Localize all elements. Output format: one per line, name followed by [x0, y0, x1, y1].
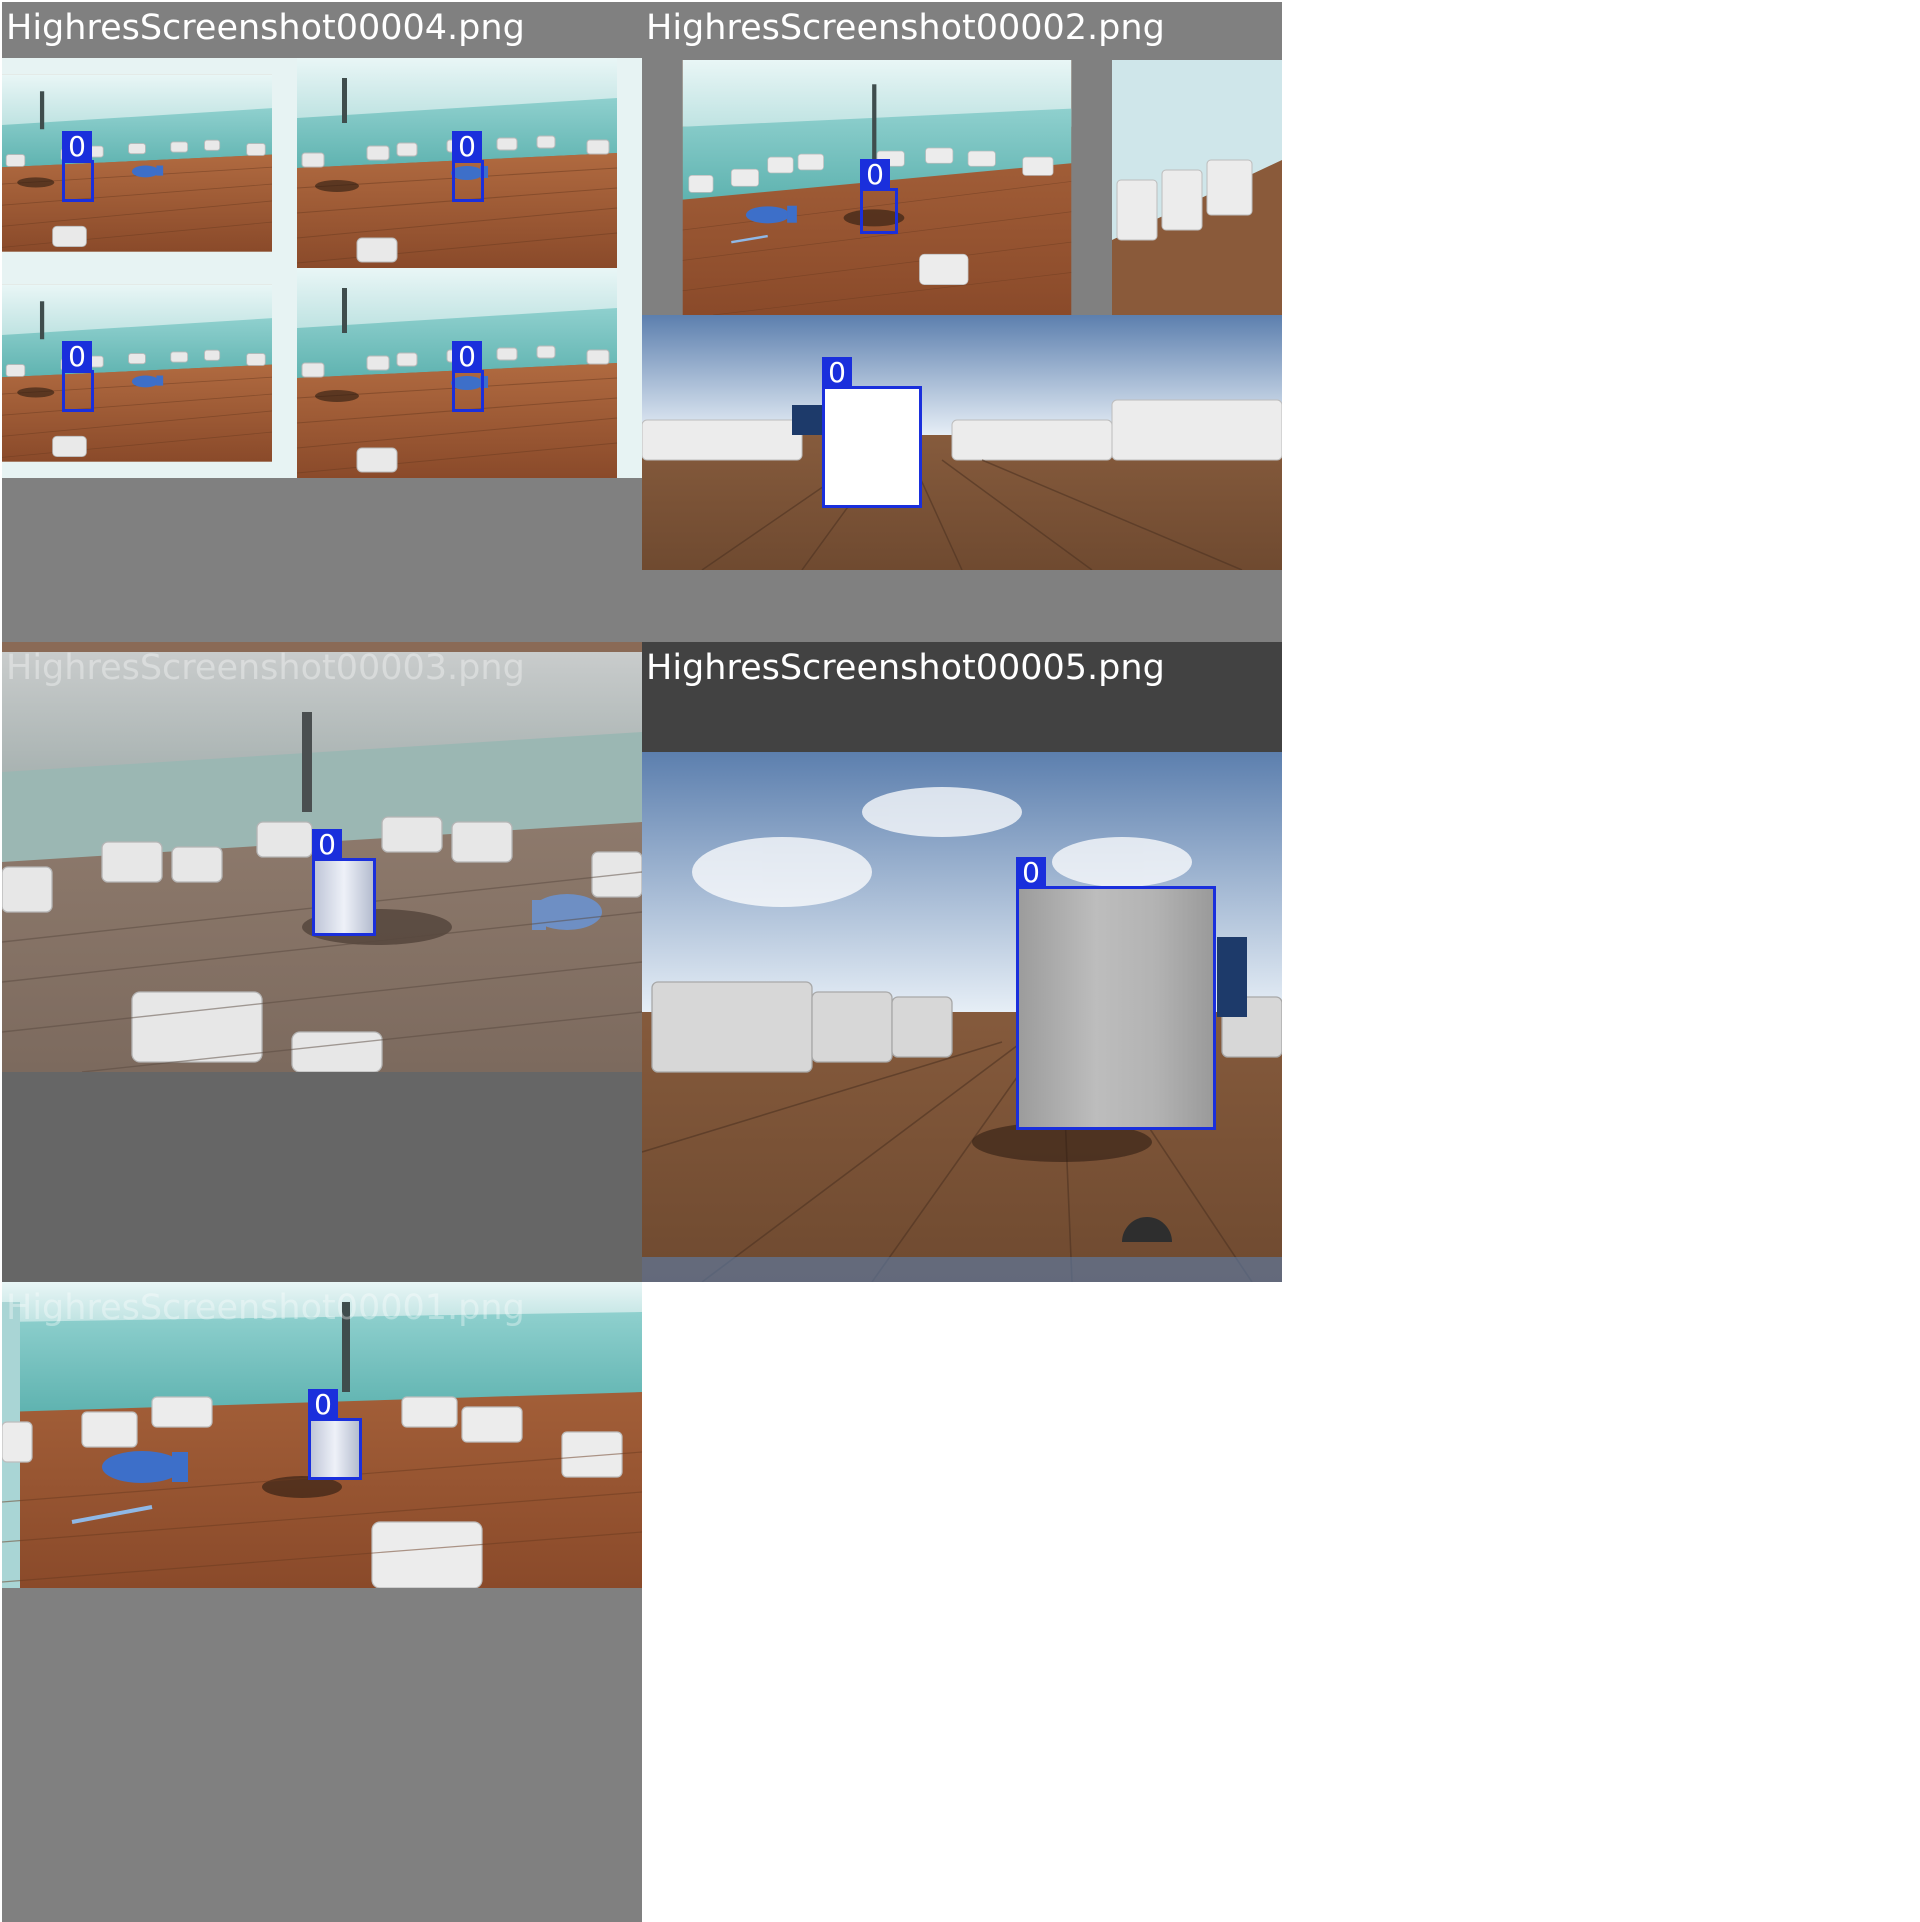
detection-box: 0: [62, 131, 94, 202]
image-title: HighresScreenshot00003.png: [6, 648, 525, 688]
image-tile-4: HighresScreenshot00005.png 0: [642, 642, 1282, 1282]
detection-label: 0: [452, 341, 482, 373]
detection-label: 0: [860, 159, 890, 191]
detection-box: 0: [312, 829, 376, 936]
detection-box: 0: [452, 131, 484, 202]
detection-box: 0: [1016, 857, 1216, 1130]
detection-label: 0: [62, 341, 92, 373]
image-tile-3: HighresScreenshot00003.png 0: [2, 642, 642, 1282]
detection-label: 0: [312, 829, 342, 861]
image-tile-2: HighresScreenshot00002.png 0 0: [642, 2, 1282, 642]
detection-box: 0: [308, 1389, 362, 1480]
detection-box: 0: [62, 341, 94, 412]
detection-label: 0: [62, 131, 92, 163]
mosaic-scene: [2, 58, 642, 478]
detection-box: 0: [822, 357, 922, 508]
image-title: HighresScreenshot00002.png: [646, 8, 1165, 48]
detection-box: 0: [860, 159, 898, 234]
image-tile-5: HighresScreenshot00001.png 0: [2, 1282, 642, 1922]
detection-box: 0: [452, 341, 484, 412]
detection-label: 0: [822, 357, 852, 389]
image-title: HighresScreenshot00001.png: [6, 1288, 525, 1328]
detection-label: 0: [1016, 857, 1046, 889]
image-title: HighresScreenshot00005.png: [646, 648, 1165, 688]
mosaic-scene: [642, 60, 1282, 570]
detection-label: 0: [308, 1389, 338, 1421]
detection-label: 0: [452, 131, 482, 163]
image-title: HighresScreenshot00004.png: [6, 8, 525, 48]
image-tile-1: HighresScreenshot00004.png 0 0 0 0: [2, 2, 642, 642]
